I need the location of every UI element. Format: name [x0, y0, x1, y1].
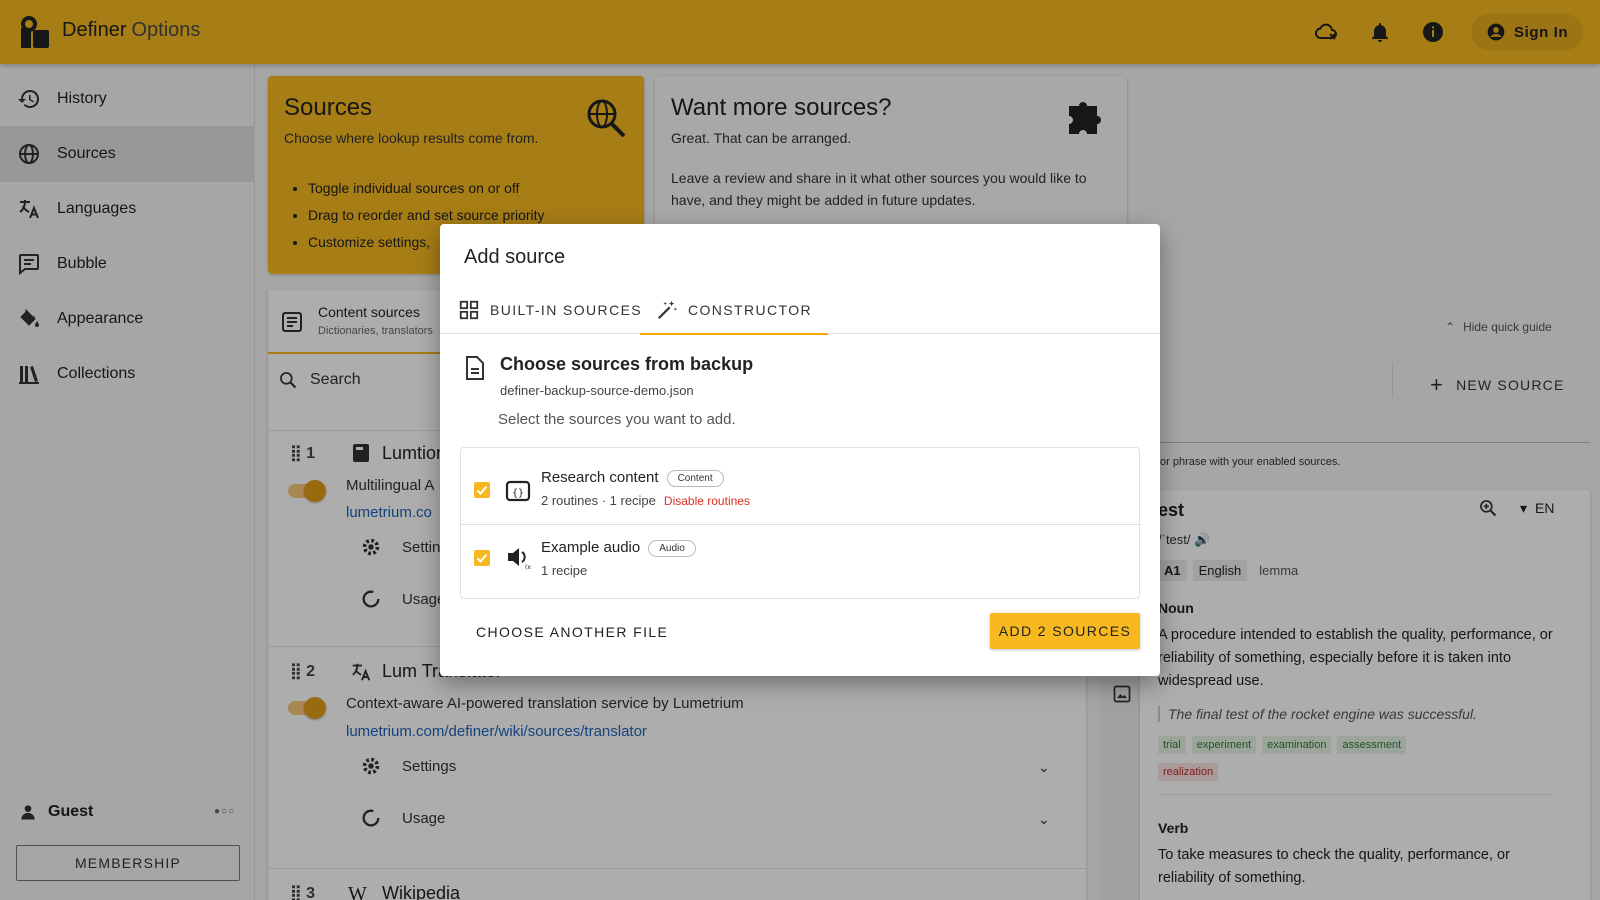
svg-text:(x): (x) — [525, 564, 531, 570]
tab-label: BUILT-IN SOURCES — [490, 302, 643, 318]
type-chip: Audio — [648, 539, 696, 557]
list-item[interactable]: {} Research content Content 2 routines · … — [461, 448, 1141, 524]
backup-source-list: {} Research content Content 2 routines · … — [460, 447, 1141, 600]
tab-label: CONSTRUCTOR — [688, 302, 813, 318]
backup-hint: Select the sources you want to add. — [498, 411, 736, 428]
type-chip: Content — [666, 469, 724, 487]
dialog-tabs: BUILT-IN SOURCES CONSTRUCTOR — [440, 286, 1160, 335]
source-checkbox[interactable] — [474, 482, 490, 498]
source-name: Example audio — [541, 539, 641, 556]
speaker-icon: (x) — [508, 548, 531, 570]
add-source-dialog: Add source BUILT-IN SOURCES CONSTRUCTOR … — [440, 224, 1160, 676]
code-brackets-icon: {} — [505, 480, 531, 502]
check-icon — [476, 553, 488, 563]
source-name: Research content — [541, 469, 659, 486]
choose-another-file-button[interactable]: CHOOSE ANOTHER FILE — [476, 624, 668, 640]
list-item[interactable]: (x) Example audio Audio 1 recipe — [461, 524, 1141, 600]
dialog-title: Add source — [464, 246, 566, 268]
source-checkbox[interactable] — [474, 550, 490, 566]
tab-constructor[interactable]: CONSTRUCTOR — [640, 286, 829, 335]
check-icon — [476, 485, 488, 495]
disable-routines-link[interactable]: Disable routines — [664, 494, 750, 508]
backup-title: Choose sources from backup — [500, 354, 754, 374]
tab-built-in-sources[interactable]: BUILT-IN SOURCES — [458, 286, 642, 334]
add-sources-button[interactable]: ADD 2 SOURCES — [990, 613, 1140, 649]
magic-wand-icon — [657, 300, 678, 320]
file-icon — [466, 356, 484, 380]
svg-text:{}: {} — [512, 488, 524, 499]
grid-icon — [459, 300, 479, 320]
source-meta: 2 routines · 1 recipe — [541, 493, 656, 508]
backup-header: Choose sources from backup definer-backu… — [464, 354, 753, 398]
source-meta: 1 recipe — [541, 563, 588, 578]
backup-filename: definer-backup-source-demo.json — [500, 383, 694, 398]
